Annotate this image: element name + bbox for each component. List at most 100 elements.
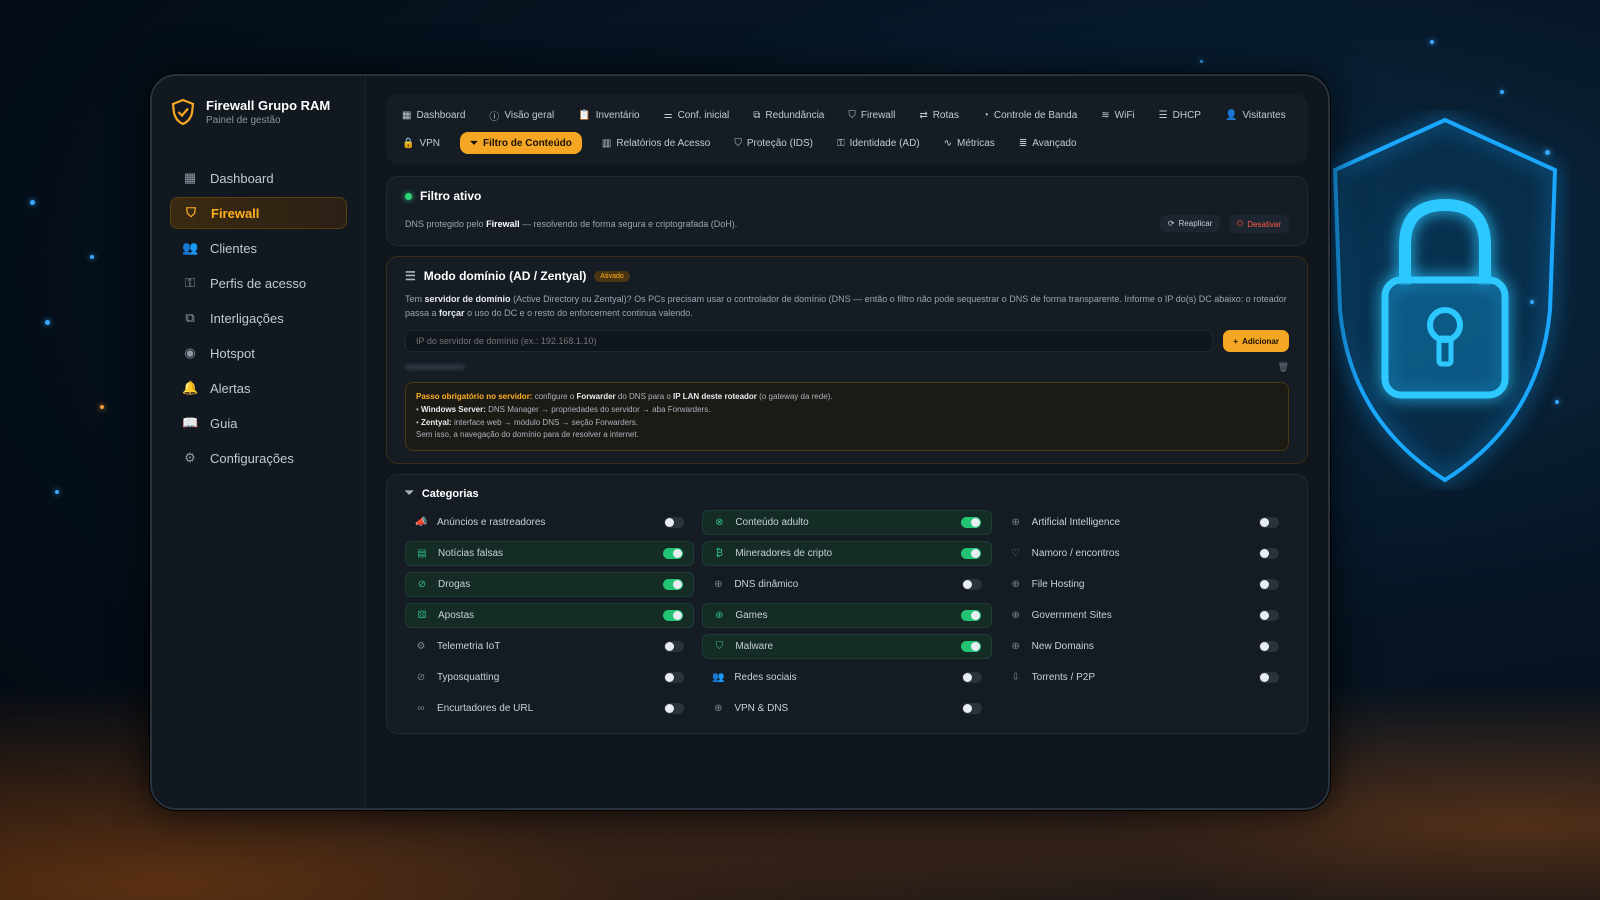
sidebar-item-label: Perfis de acesso (210, 275, 307, 291)
category-label: Apostas (438, 610, 475, 622)
category-label: Namoro / encontros (1031, 548, 1120, 560)
sidebar-item-perfis-de-acesso[interactable]: ⚿ Perfis de acesso (170, 267, 347, 299)
category-games: ⊕ Games (702, 603, 992, 629)
tab-metricas[interactable]: ∿ Métricas (940, 132, 999, 154)
filter-desc-bold: Firewall (486, 219, 520, 229)
sidebar-item-label: Firewall (211, 205, 260, 221)
sidebar-item-label: Guia (210, 415, 238, 431)
category-toggle[interactable] (960, 548, 981, 560)
sidebar-item-hotspot[interactable]: ◉ Hotspot (170, 337, 347, 369)
tab-inventario[interactable]: 📋 Inventário (574, 104, 643, 126)
filter-icon: ⏷ (470, 137, 479, 149)
category-toggle[interactable] (663, 579, 684, 591)
category-toggle[interactable] (1259, 579, 1279, 591)
tab-dhcp[interactable]: ☰ DHCP (1155, 104, 1205, 126)
shield-check-icon (171, 98, 195, 126)
tab-bar: ▦ Dashboard ⓘ Visão geral 📋 Inventário ⚌ Conf. … (386, 94, 1308, 164)
category-toggle[interactable] (1259, 641, 1279, 653)
power-icon: ⏻ (1236, 219, 1244, 228)
bug-icon: ⛉ (715, 641, 724, 653)
tab-visitantes[interactable]: 👤 Visitantes (1221, 104, 1290, 126)
category-conteudo-adulto: ⊗ Conteúdo adulto (702, 510, 992, 536)
reapply-button[interactable]: ⟳ Reaplicar (1159, 215, 1221, 232)
tab-vpn[interactable]: 🔒 VPN (398, 132, 444, 154)
category-toggle[interactable] (1259, 548, 1279, 560)
tab-filtro-de-conteudo[interactable]: ⏷ Filtro de Conteúdo (460, 132, 582, 154)
filter-desc-pre: DNS protegido pelo (405, 219, 484, 229)
category-toggle[interactable] (664, 672, 685, 684)
domain-ip-input[interactable] (405, 330, 1214, 352)
app-window: Firewall Grupo RAM Painel de gestão ▦ Das… (150, 74, 1330, 810)
sidebar-item-label: Dashboard (210, 170, 274, 186)
sidebar: Firewall Grupo RAM Painel de gestão ▦ Das… (152, 76, 366, 808)
disable-button[interactable]: ⏻ Desativar (1228, 215, 1289, 233)
category-toggle[interactable] (961, 579, 982, 591)
category-toggle[interactable] (961, 672, 982, 684)
sidebar-item-label: Clientes (210, 240, 257, 256)
category-toggle[interactable] (664, 641, 685, 653)
category-label: Drogas (438, 579, 471, 591)
tab-identidade-ad[interactable]: ⚿ Identidade (AD) (833, 132, 924, 154)
category-label: Telemetria IoT (437, 641, 501, 653)
category-label: Redes sociais (734, 672, 797, 684)
tab-label: Conf. inicial (677, 109, 730, 121)
category-toggle[interactable] (663, 548, 684, 560)
domain-text-3: o uso do DC e o resto do enforcement con… (467, 307, 693, 318)
network-icon: ⧉ (753, 109, 761, 121)
category-toggle[interactable] (1259, 672, 1279, 684)
category-anuncios-e-rastreadores: 📣 Anúncios e rastreadores (405, 510, 695, 536)
tab-wifi[interactable]: ≋ WiFi (1097, 104, 1138, 126)
chart-icon: ▥ (601, 137, 612, 149)
category-noticias-falsas: ▤ Notícias falsas (405, 541, 695, 567)
trash-icon[interactable]: 🗑 (1278, 362, 1289, 373)
shield-icon: ⛉ (734, 137, 742, 149)
category-toggle[interactable] (663, 610, 684, 622)
category-label: VPN & DNS (734, 703, 789, 715)
category-toggle[interactable] (960, 641, 981, 653)
category-drogas: ⊘ Drogas (405, 572, 695, 598)
add-button[interactable]: + Adicionar (1223, 330, 1289, 352)
tab-label: WiFi (1114, 109, 1135, 121)
sidebar-item-dashboard[interactable]: ▦ Dashboard (170, 162, 347, 194)
tab-rotas[interactable]: ⇄ Rotas (915, 104, 963, 126)
category-toggle[interactable] (960, 517, 981, 529)
tab-controle-de-banda[interactable]: ◔ Controle de Banda (979, 104, 1081, 126)
category-namoro-encontros: ♡ Namoro / encontros (999, 541, 1289, 567)
tab-conf-inicial[interactable]: ⚌ Conf. inicial (660, 104, 734, 126)
sidebar-item-guia[interactable]: 📖 Guia (170, 407, 347, 439)
tab-dashboard[interactable]: ▦ Dashboard (398, 104, 469, 126)
sidebar-item-alertas[interactable]: 🔔 Alertas (170, 372, 347, 404)
book-icon: 📖 (182, 415, 199, 430)
notice-l1b: Forwarder (576, 392, 616, 401)
sidebar-item-clientes[interactable]: 👥 Clientes (170, 232, 347, 264)
globe-icon: ⊕ (714, 579, 723, 591)
status-dot (405, 192, 412, 200)
tab-avancado[interactable]: ≣ Avançado (1015, 132, 1081, 154)
category-new-domains: ⊕ New Domains (999, 634, 1289, 660)
gear-icon: ⚙ (184, 450, 196, 465)
category-toggle[interactable] (961, 703, 982, 715)
sidebar-item-label: Hotspot (210, 345, 255, 361)
category-toggle[interactable] (1259, 610, 1279, 622)
tab-visao-geral[interactable]: ⓘ Visão geral (485, 104, 558, 126)
category-label: Typosquatting (437, 672, 500, 684)
tab-redundancia[interactable]: ⧉ Redundância (749, 104, 828, 126)
category-label: Torrents / P2P (1031, 672, 1096, 684)
category-toggle[interactable] (1259, 517, 1279, 529)
domain-text-bold-2: forçar (439, 307, 465, 318)
notice-l1c: do DNS para o (617, 392, 671, 401)
category-label: Anúncios e rastreadores (437, 517, 546, 529)
sidebar-item-configuracoes[interactable]: ⚙ Configurações (170, 442, 347, 474)
tab-protecao-ids[interactable]: ⛉ Proteção (IDS) (730, 132, 817, 154)
category-toggle[interactable] (664, 517, 685, 529)
category-toggle[interactable] (960, 610, 981, 622)
dice-icon: ⚄ (417, 610, 427, 622)
shield-icon: ⛉ (848, 109, 856, 121)
filter-description: DNS protegido pelo Firewall — resolvendo… (405, 219, 737, 229)
category-toggle[interactable] (664, 703, 685, 715)
sidebar-item-firewall[interactable]: ⛉ Firewall (170, 197, 347, 229)
tab-relatorios-de-acesso[interactable]: ▥ Relatórios de Acesso (598, 132, 714, 154)
sidebar-item-interligacoes[interactable]: ⧉ Interligações (170, 302, 347, 334)
tab-firewall[interactable]: ⛉ Firewall (844, 104, 899, 126)
tab-label: Controle de Banda (993, 109, 1078, 121)
